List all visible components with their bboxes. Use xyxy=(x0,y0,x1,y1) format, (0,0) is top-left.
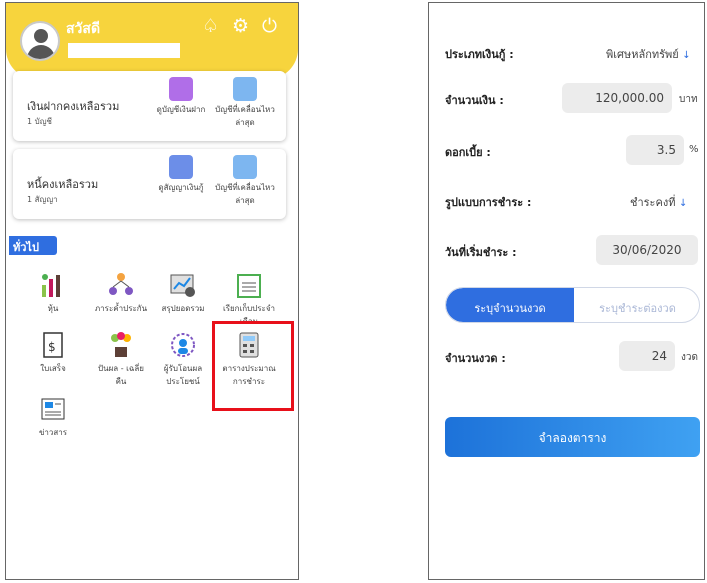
menu-guarantee[interactable]: ภาระค้ำประกัน xyxy=(90,271,152,315)
start-date-row: วันที่เริ่มชำระ : 30/06/2020 xyxy=(429,235,704,265)
payment-type-value: ชำระคงที่ xyxy=(630,196,676,209)
installments-label: จำนวนงวด : xyxy=(445,352,506,365)
loan-type-label: ประเภทเงินกู้ : xyxy=(445,48,514,61)
menu-label: ข่าวสาร xyxy=(38,428,68,437)
payment-type-select[interactable]: ชำระคงที่ ↓ xyxy=(630,193,687,211)
interest-unit: % xyxy=(689,144,699,155)
recent-activity-label-2: ล่าสุด xyxy=(235,196,255,205)
contract-icon xyxy=(169,155,193,179)
menu-label: ปันผล - เฉลี่ย xyxy=(98,364,144,373)
section-general-label: ทั่วไป xyxy=(9,236,57,255)
menu-label: ภาระค้ำประกัน xyxy=(94,304,148,313)
menu-summary[interactable]: สรุปยอดรวม xyxy=(152,271,214,315)
beneficiary-icon xyxy=(169,331,197,359)
highlight-box xyxy=(212,321,294,411)
avatar[interactable] xyxy=(20,21,60,61)
chevron-down-icon: ↓ xyxy=(682,50,691,61)
amount-unit: บาท xyxy=(679,94,698,105)
home-screen: สวัสดี ♤ ⚙ ⏻ เงินฝากคงเหลือรวม 1 บัญชี ด… xyxy=(5,2,299,580)
chevron-down-icon: ↓ xyxy=(678,198,688,209)
loan-summary-card[interactable]: หนี้คงเหลือรวม 1 สัญญา ดูสัญญาเงินกู้ บั… xyxy=(13,149,286,219)
amount-row: จำนวนเงิน : 120,000.00 บาท xyxy=(429,83,704,113)
loan-type-row[interactable]: ประเภทเงินกู้ : พิเศษหลักทรัพย์ ↓ xyxy=(429,37,704,67)
toggle-installments-count[interactable]: ระบุจำนวนงวด xyxy=(446,288,574,322)
recent-deposit-activity-button[interactable]: บัญชีที่เคลื่อนไหว ล่าสุด xyxy=(213,77,277,129)
phone-activity-icon xyxy=(233,77,257,101)
payment-type-row[interactable]: รูปแบบการชำระ : ชำระคงที่ ↓ xyxy=(429,185,704,215)
user-name-field xyxy=(68,43,180,58)
header-bar: สวัสดี ♤ ⚙ ⏻ xyxy=(6,3,298,79)
menu-beneficiary[interactable]: ผู้รับโอนผล ประโยชน์ xyxy=(152,331,214,388)
menu-label-2: คืน xyxy=(115,377,127,386)
view-loan-label: ดูสัญญาเงินกู้ xyxy=(158,183,204,192)
loan-type-select[interactable]: พิเศษหลักทรัพย์ ↓ xyxy=(606,45,691,63)
report-icon xyxy=(169,271,197,299)
amount-label: จำนวนเงิน : xyxy=(445,94,504,107)
receipt-icon: $ xyxy=(39,331,67,359)
deposit-summary-card[interactable]: เงินฝากคงเหลือรวม 1 บัญชี ดูบัญชีเงินฝาก… xyxy=(13,71,286,141)
menu-shares[interactable]: หุ้น xyxy=(22,271,84,315)
interest-row: ดอกเบี้ย : 3.5 % xyxy=(429,135,704,165)
people-network-icon xyxy=(107,271,135,299)
phone-activity-icon xyxy=(233,155,257,179)
menu-monthly-billing[interactable]: เรียกเก็บประจำ เดือน xyxy=(218,271,280,328)
installments-row: จำนวนงวด : 24 งวด xyxy=(429,341,704,371)
loan-contract-count: 1 สัญญา xyxy=(27,195,58,204)
installment-mode-toggle: ระบุจำนวนงวด ระบุชำระต่องวด xyxy=(445,287,700,323)
menu-label: ผู้รับโอนผล xyxy=(163,364,203,373)
start-date-label: วันที่เริ่มชำระ : xyxy=(445,246,517,259)
view-loan-contracts-button[interactable]: ดูสัญญาเงินกู้ xyxy=(149,155,213,194)
start-date-input[interactable]: 30/06/2020 xyxy=(596,235,698,265)
newspaper-icon xyxy=(39,395,67,423)
menu-label: หุ้น xyxy=(47,304,59,313)
loan-total-title: หนี้คงเหลือรวม xyxy=(27,178,99,191)
stock-chart-icon xyxy=(39,271,67,299)
loan-type-value: พิเศษหลักทรัพย์ xyxy=(606,48,679,61)
calendar-list-icon xyxy=(235,271,263,299)
recent-activity-label: บัญชีที่เคลื่อนไหว xyxy=(215,183,275,192)
menu-dividend[interactable]: ปันผล - เฉลี่ย คืน xyxy=(90,331,152,388)
recent-loan-activity-button[interactable]: บัญชีที่เคลื่อนไหว ล่าสุด xyxy=(213,155,277,207)
menu-news[interactable]: ข่าวสาร xyxy=(22,395,84,439)
simulate-table-button[interactable]: จำลองตาราง xyxy=(445,417,700,457)
menu-label: ใบเสร็จ xyxy=(40,364,66,373)
plant-pot-icon xyxy=(107,331,135,359)
toggle-amount-per-installment[interactable]: ระบุชำระต่องวด xyxy=(574,288,699,322)
installments-input[interactable]: 24 xyxy=(619,341,675,371)
menu-receipt[interactable]: $ ใบเสร็จ xyxy=(22,331,84,375)
wallet-icon xyxy=(169,77,193,101)
recent-activity-label-2: ล่าสุด xyxy=(235,118,255,127)
view-deposit-accounts-button[interactable]: ดูบัญชีเงินฝาก xyxy=(149,77,213,116)
menu-label: สรุปยอดรวม xyxy=(161,304,205,313)
deposit-account-count: 1 บัญชี xyxy=(27,117,52,126)
loan-calculator-screen: ประเภทเงินกู้ : พิเศษหลักทรัพย์ ↓ จำนวนเ… xyxy=(428,2,705,580)
gear-icon[interactable]: ⚙ xyxy=(232,15,249,37)
menu-label-2: ประโยชน์ xyxy=(166,377,200,386)
interest-label: ดอกเบี้ย : xyxy=(445,146,491,159)
payment-type-label: รูปแบบการชำระ : xyxy=(445,196,532,209)
greeting-text: สวัสดี xyxy=(66,21,101,37)
view-deposit-label: ดูบัญชีเงินฝาก xyxy=(156,105,206,114)
recent-activity-label: บัญชีที่เคลื่อนไหว xyxy=(215,105,275,114)
installments-unit: งวด xyxy=(681,352,698,363)
menu-label: เรียกเก็บประจำ xyxy=(222,304,276,313)
svg-text:$: $ xyxy=(48,340,56,354)
interest-input[interactable]: 3.5 xyxy=(626,135,684,165)
power-icon[interactable]: ⏻ xyxy=(262,15,277,37)
bell-icon[interactable]: ♤ xyxy=(202,15,219,37)
deposit-total-title: เงินฝากคงเหลือรวม xyxy=(27,100,120,113)
amount-input[interactable]: 120,000.00 xyxy=(562,83,672,113)
